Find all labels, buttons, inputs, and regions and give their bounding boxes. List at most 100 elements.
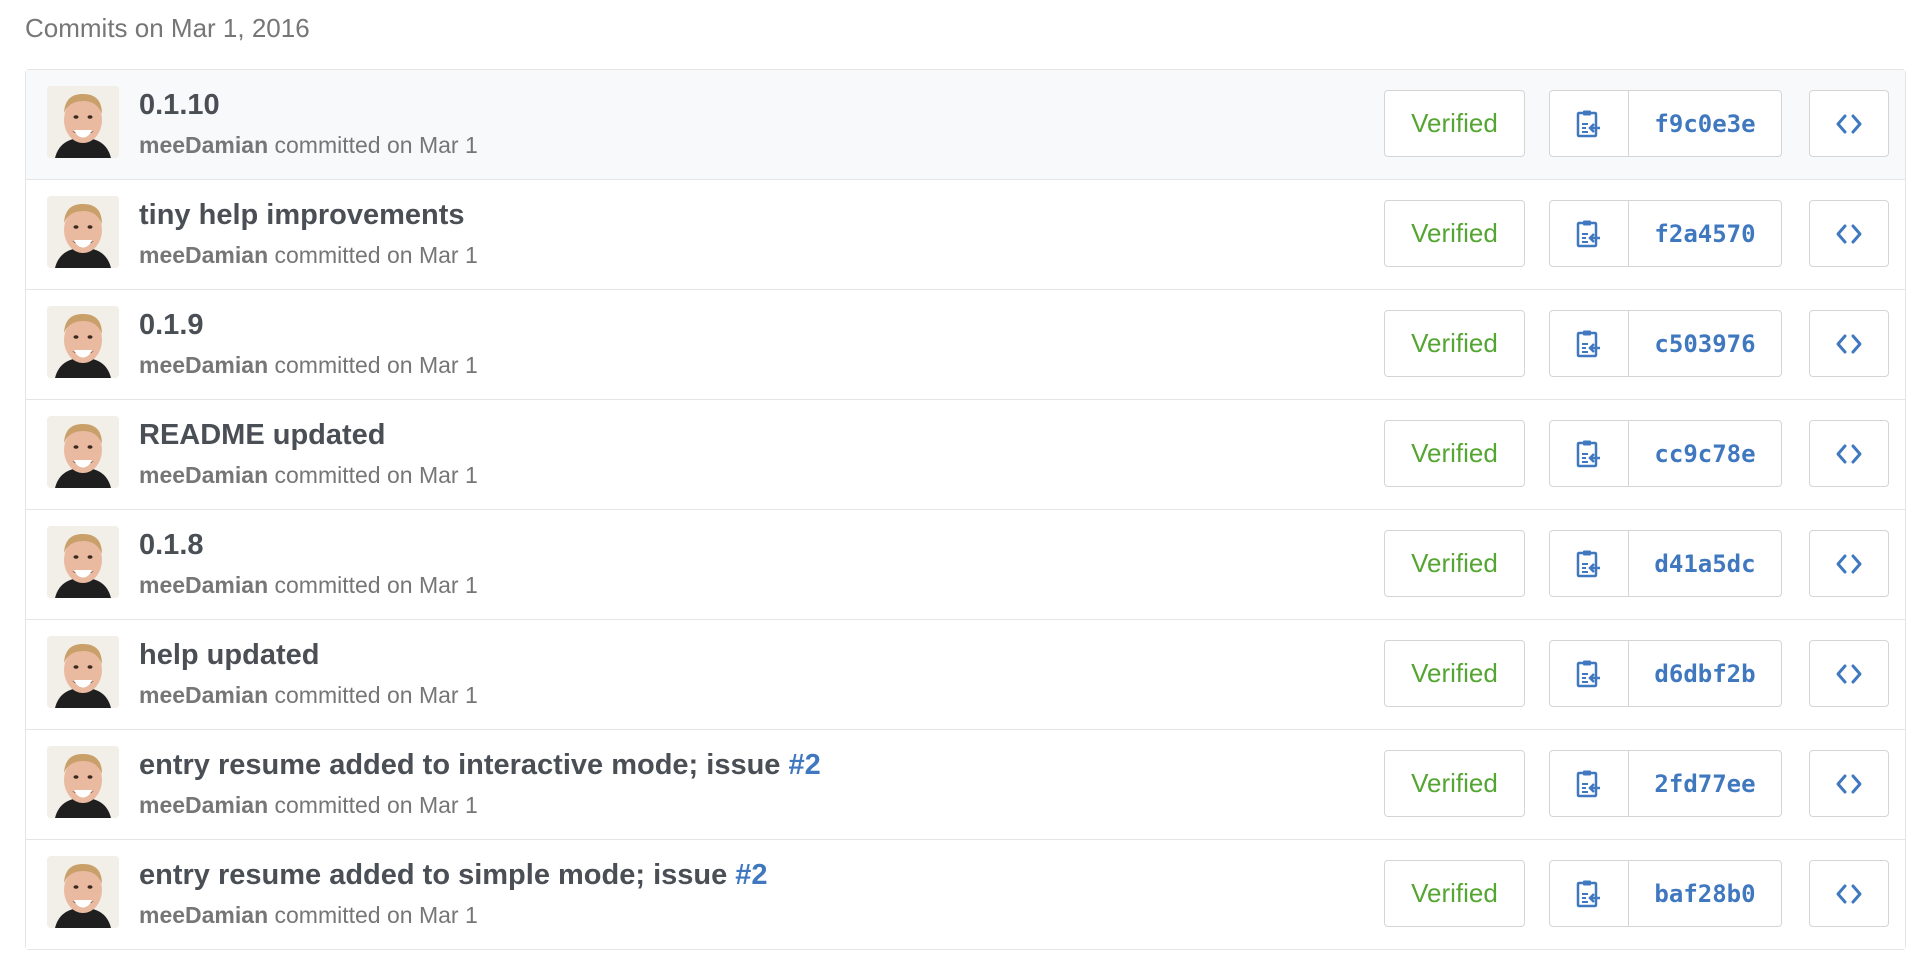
commit-date: committed on Mar 1 — [274, 572, 478, 598]
copy-sha-button[interactable] — [1550, 751, 1629, 816]
avatar[interactable] — [47, 416, 119, 488]
copy-sha-button[interactable] — [1550, 421, 1629, 486]
verified-badge[interactable]: Verified — [1384, 200, 1525, 267]
browse-files-button[interactable] — [1809, 90, 1889, 157]
code-brackets-icon — [1836, 884, 1862, 903]
browse-files-button[interactable] — [1809, 530, 1889, 597]
commit-date: committed on Mar 1 — [274, 902, 478, 928]
commit-sha-link[interactable]: f9c0e3e — [1629, 91, 1781, 156]
commit-row: entry resume added to interactive mode; … — [26, 729, 1905, 839]
verified-badge[interactable]: Verified — [1384, 640, 1525, 707]
avatar[interactable] — [47, 856, 119, 928]
commit-meta: meeDamian committed on Mar 1 — [139, 681, 478, 709]
avatar[interactable] — [47, 86, 119, 158]
author-link[interactable]: meeDamian — [139, 902, 268, 928]
author-link[interactable]: meeDamian — [139, 682, 268, 708]
commit-sha-link[interactable]: c503976 — [1629, 311, 1781, 376]
code-brackets-icon — [1836, 224, 1862, 243]
author-link[interactable]: meeDamian — [139, 352, 268, 378]
commit-message[interactable]: tiny help improvements — [139, 199, 465, 231]
code-brackets-icon — [1836, 334, 1862, 353]
browse-files-button[interactable] — [1809, 420, 1889, 487]
clipboard-copy-icon — [1576, 550, 1600, 577]
copy-sha-button[interactable] — [1550, 531, 1629, 596]
copy-sha-button[interactable] — [1550, 91, 1629, 156]
commit-group-title: Commits on Mar 1, 2016 — [25, 13, 310, 43]
commit-title[interactable]: 0.1.8 — [139, 528, 204, 562]
clipboard-copy-icon — [1576, 770, 1600, 797]
commit-meta: meeDamian committed on Mar 1 — [139, 131, 478, 159]
commits-page: Commits on Mar 1, 2016 0.1.10 meeDamian … — [0, 0, 1932, 968]
copy-sha-button[interactable] — [1550, 641, 1629, 706]
commit-meta: meeDamian committed on Mar 1 — [139, 901, 478, 929]
commit-meta: meeDamian committed on Mar 1 — [139, 461, 478, 489]
browse-files-button[interactable] — [1809, 200, 1889, 267]
issue-link[interactable]: #2 — [735, 859, 767, 891]
commit-message[interactable]: 0.1.8 — [139, 529, 204, 561]
avatar[interactable] — [47, 746, 119, 818]
commit-title[interactable]: tiny help improvements — [139, 198, 465, 232]
commit-date: committed on Mar 1 — [274, 792, 478, 818]
commit-sha-link[interactable]: d6dbf2b — [1629, 641, 1781, 706]
code-brackets-icon — [1836, 774, 1862, 793]
copy-sha-button[interactable] — [1550, 861, 1629, 926]
commit-date: committed on Mar 1 — [274, 132, 478, 158]
author-link[interactable]: meeDamian — [139, 792, 268, 818]
browse-files-button[interactable] — [1809, 750, 1889, 817]
commit-title[interactable]: help updated — [139, 638, 319, 672]
author-link[interactable]: meeDamian — [139, 242, 268, 268]
browse-files-button[interactable] — [1809, 640, 1889, 707]
commit-sha-link[interactable]: 2fd77ee — [1629, 751, 1781, 816]
commit-sha-link[interactable]: baf28b0 — [1629, 861, 1781, 926]
avatar[interactable] — [47, 196, 119, 268]
commit-row: 0.1.9 meeDamian committed on Mar 1 Verif… — [26, 289, 1905, 399]
commit-message[interactable]: help updated — [139, 639, 319, 671]
verified-badge[interactable]: Verified — [1384, 860, 1525, 927]
commit-sha-link[interactable]: cc9c78e — [1629, 421, 1781, 486]
commit-date: committed on Mar 1 — [274, 682, 478, 708]
avatar[interactable] — [47, 306, 119, 378]
verified-badge[interactable]: Verified — [1384, 530, 1525, 597]
code-brackets-icon — [1836, 554, 1862, 573]
commit-message[interactable]: README updated — [139, 419, 386, 451]
commit-message[interactable]: entry resume added to simple mode; issue — [139, 859, 735, 891]
commit-meta: meeDamian committed on Mar 1 — [139, 351, 478, 379]
author-link[interactable]: meeDamian — [139, 572, 268, 598]
commit-message[interactable]: entry resume added to interactive mode; … — [139, 749, 788, 781]
issue-link[interactable]: #2 — [788, 749, 820, 781]
browse-files-button[interactable] — [1809, 310, 1889, 377]
author-link[interactable]: meeDamian — [139, 462, 268, 488]
commit-row: README updated meeDamian committed on Ma… — [26, 399, 1905, 509]
verified-badge[interactable]: Verified — [1384, 420, 1525, 487]
commit-sha-link[interactable]: f2a4570 — [1629, 201, 1781, 266]
commit-message[interactable]: 0.1.10 — [139, 89, 220, 121]
sha-button-group: f2a4570 — [1549, 200, 1782, 267]
code-brackets-icon — [1836, 114, 1862, 133]
clipboard-copy-icon — [1576, 110, 1600, 137]
commit-sha-link[interactable]: d41a5dc — [1629, 531, 1781, 596]
verified-badge[interactable]: Verified — [1384, 310, 1525, 377]
verified-badge[interactable]: Verified — [1384, 750, 1525, 817]
commit-title[interactable]: README updated — [139, 418, 386, 452]
clipboard-copy-icon — [1576, 880, 1600, 907]
sha-button-group: d41a5dc — [1549, 530, 1782, 597]
commit-title[interactable]: entry resume added to simple mode; issue… — [139, 858, 768, 892]
commit-date: committed on Mar 1 — [274, 352, 478, 378]
avatar[interactable] — [47, 636, 119, 708]
copy-sha-button[interactable] — [1550, 311, 1629, 376]
avatar[interactable] — [47, 526, 119, 598]
sha-button-group: d6dbf2b — [1549, 640, 1782, 707]
sha-button-group: cc9c78e — [1549, 420, 1782, 487]
commit-row: 0.1.8 meeDamian committed on Mar 1 Verif… — [26, 509, 1905, 619]
commit-date: committed on Mar 1 — [274, 242, 478, 268]
sha-button-group: c503976 — [1549, 310, 1782, 377]
commit-row: tiny help improvements meeDamian committ… — [26, 179, 1905, 289]
commit-title[interactable]: 0.1.9 — [139, 308, 204, 342]
verified-badge[interactable]: Verified — [1384, 90, 1525, 157]
commit-title[interactable]: entry resume added to interactive mode; … — [139, 748, 821, 782]
browse-files-button[interactable] — [1809, 860, 1889, 927]
copy-sha-button[interactable] — [1550, 201, 1629, 266]
author-link[interactable]: meeDamian — [139, 132, 268, 158]
commit-title[interactable]: 0.1.10 — [139, 88, 220, 122]
commit-message[interactable]: 0.1.9 — [139, 309, 204, 341]
